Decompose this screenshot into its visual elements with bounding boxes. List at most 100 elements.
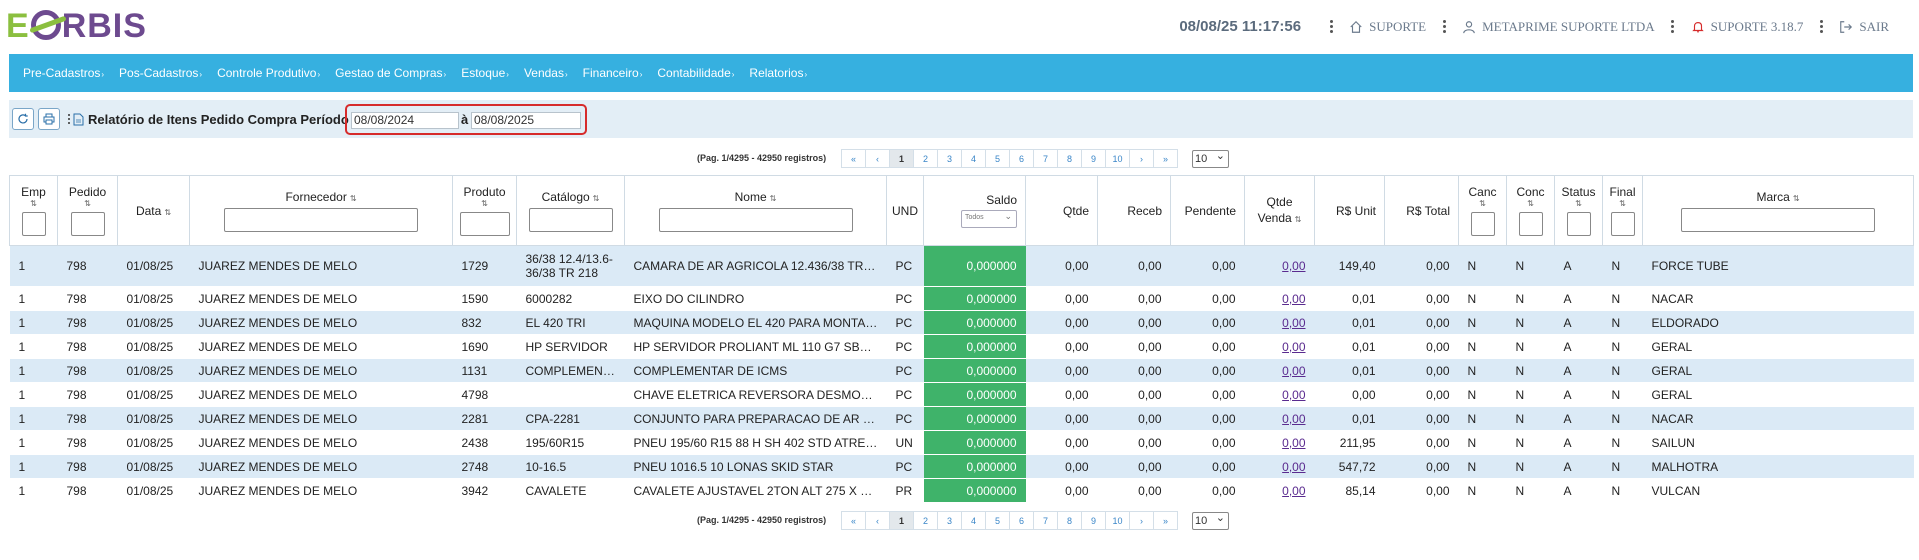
table-row[interactable]: 1 798 01/08/25 JUAREZ MENDES DE MELO 832 EL 4… — [9, 310, 1914, 335]
prev-page-button[interactable]: ‹ — [865, 511, 890, 530]
print-button[interactable] — [38, 108, 60, 130]
col-header-canc[interactable]: Canc ⇅ — [1458, 175, 1507, 246]
filter-final-input[interactable] — [1610, 212, 1635, 236]
page-button[interactable]: 3 — [937, 511, 962, 530]
table-row[interactable]: 1 798 01/08/25 JUAREZ MENDES DE MELO 2748 10-… — [9, 454, 1914, 479]
filter-nome-input[interactable] — [658, 207, 853, 232]
page-size-select[interactable]: 10 — [1192, 510, 1229, 530]
qtde-venda-link[interactable]: 0,00 — [1282, 484, 1305, 498]
saldo-filter-select[interactable]: Todos — [961, 210, 1017, 228]
col-header-marca[interactable]: Marca ⇅ — [1642, 175, 1914, 246]
cell-qtde-venda[interactable]: 0,00 — [1244, 310, 1315, 335]
last-page-button[interactable]: » — [1153, 511, 1178, 530]
col-header-pedido[interactable]: Pedido ⇅ — [57, 175, 118, 246]
sort-icon[interactable]: ⇅ — [164, 208, 171, 217]
filter-conc-input[interactable] — [1518, 212, 1543, 236]
col-header-produto[interactable]: Produto ⇅ — [452, 175, 517, 246]
sort-icon[interactable]: ⇅ — [60, 199, 115, 208]
cell-qtde-venda[interactable]: 0,00 — [1244, 245, 1315, 287]
nav-gestao-de-compras[interactable]: Gestao de Compras› — [335, 66, 446, 80]
col-header-final[interactable]: Final ⇅ — [1602, 175, 1643, 246]
qtde-venda-link[interactable]: 0,00 — [1282, 412, 1305, 426]
page-button[interactable]: 10 — [1105, 511, 1130, 530]
filter-produto-input[interactable] — [459, 212, 510, 236]
company-link[interactable]: METAPRIME SUPORTE LTDA — [1462, 19, 1655, 35]
kebab-menu-icon[interactable] — [1442, 20, 1446, 33]
page-button[interactable]: 10 — [1105, 149, 1130, 168]
sort-icon[interactable]: ⇅ — [770, 194, 777, 203]
page-button[interactable]: 6 — [1009, 149, 1034, 168]
qtde-venda-link[interactable]: 0,00 — [1282, 259, 1305, 273]
nav-estoque[interactable]: Estoque› — [461, 66, 509, 80]
page-button[interactable]: 2 — [913, 511, 938, 530]
qtde-venda-link[interactable]: 0,00 — [1282, 436, 1305, 450]
col-header-emp[interactable]: Emp ⇅ — [9, 175, 58, 246]
col-header-qtde-venda[interactable]: Qtde Venda ⇅ — [1244, 175, 1315, 246]
sort-icon[interactable]: ⇅ — [12, 199, 55, 208]
cell-qtde-venda[interactable]: 0,00 — [1244, 430, 1315, 455]
filter-emp-input[interactable] — [21, 212, 46, 236]
cell-qtde-venda[interactable]: 0,00 — [1244, 286, 1315, 311]
filter-catalogo-input[interactable] — [528, 207, 613, 232]
page-button[interactable]: 9 — [1081, 149, 1106, 168]
table-row[interactable]: 1 798 01/08/25 JUAREZ MENDES DE MELO 2281 CPA… — [9, 406, 1914, 431]
page-button[interactable]: 4 — [961, 149, 986, 168]
version-link[interactable]: SUPORTE 3.18.7 — [1691, 19, 1803, 35]
col-header-status[interactable]: Status ⇅ — [1554, 175, 1603, 246]
last-page-button[interactable]: » — [1153, 149, 1178, 168]
filter-fornecedor-input[interactable] — [224, 207, 418, 232]
sort-icon[interactable]: ⇅ — [1509, 199, 1552, 208]
qtde-venda-link[interactable]: 0,00 — [1282, 340, 1305, 354]
refresh-button[interactable] — [12, 108, 34, 130]
qtde-venda-link[interactable]: 0,00 — [1282, 388, 1305, 402]
nav-contabilidade[interactable]: Contabilidade› — [657, 66, 734, 80]
support-link[interactable]: SUPORTE — [1349, 19, 1426, 35]
filter-status-input[interactable] — [1566, 212, 1591, 236]
nav-relatorios[interactable]: Relatorios› — [749, 66, 807, 80]
table-row[interactable]: 1 798 01/08/25 JUAREZ MENDES DE MELO 1131 COM… — [9, 358, 1914, 383]
cell-qtde-venda[interactable]: 0,00 — [1244, 478, 1315, 503]
col-header-catalogo[interactable]: Catálogo ⇅ — [516, 175, 625, 246]
cell-qtde-venda[interactable]: 0,00 — [1244, 454, 1315, 479]
kebab-menu-icon[interactable] — [1671, 20, 1675, 33]
table-row[interactable]: 1 798 01/08/25 JUAREZ MENDES DE MELO 1590 600… — [9, 286, 1914, 311]
options-menu-icon[interactable] — [68, 114, 70, 124]
sort-icon[interactable]: ⇅ — [350, 194, 357, 203]
cell-qtde-venda[interactable]: 0,00 — [1244, 382, 1315, 407]
sort-icon[interactable]: ⇅ — [1605, 199, 1640, 208]
page-button[interactable]: 3 — [937, 149, 962, 168]
page-button[interactable]: 9 — [1081, 511, 1106, 530]
page-button[interactable]: 4 — [961, 511, 986, 530]
col-header-saldo[interactable]: Saldo Todos — [923, 175, 1026, 246]
filter-canc-input[interactable] — [1470, 212, 1495, 236]
page-button[interactable]: 8 — [1057, 149, 1082, 168]
sort-icon[interactable]: ⇅ — [455, 199, 514, 208]
prev-page-button[interactable]: ‹ — [865, 149, 890, 168]
date-from-input[interactable]: 08/08/2024 — [351, 112, 459, 129]
cell-qtde-venda[interactable]: 0,00 — [1244, 406, 1315, 431]
sort-icon[interactable]: ⇅ — [1461, 199, 1504, 208]
table-row[interactable]: 1 798 01/08/25 JUAREZ MENDES DE MELO 4798 CHA… — [9, 382, 1914, 407]
page-button[interactable]: 7 — [1033, 149, 1058, 168]
qtde-venda-link[interactable]: 0,00 — [1282, 316, 1305, 330]
cell-qtde-venda[interactable]: 0,00 — [1244, 334, 1315, 359]
page-button[interactable]: 5 — [985, 149, 1010, 168]
table-row[interactable]: 1 798 01/08/25 JUAREZ MENDES DE MELO 3942 CAV… — [9, 478, 1914, 503]
page-button[interactable]: 6 — [1009, 511, 1034, 530]
logout-link[interactable]: SAIR — [1839, 19, 1889, 35]
sort-icon[interactable]: ⇅ — [1557, 199, 1600, 208]
kebab-menu-icon[interactable] — [1329, 20, 1333, 33]
first-page-button[interactable]: « — [841, 149, 866, 168]
page-button[interactable]: 1 — [889, 149, 914, 168]
col-header-nome[interactable]: Nome ⇅ — [624, 175, 887, 246]
nav-financeiro[interactable]: Financeiro› — [583, 66, 643, 80]
nav-controle-produtivo[interactable]: Controle Produtivo› — [217, 66, 320, 80]
next-page-button[interactable]: › — [1129, 149, 1154, 168]
page-button[interactable]: 8 — [1057, 511, 1082, 530]
sort-icon[interactable]: ⇅ — [1295, 215, 1302, 224]
qtde-venda-link[interactable]: 0,00 — [1282, 292, 1305, 306]
page-button[interactable]: 5 — [985, 511, 1010, 530]
page-button[interactable]: 1 — [889, 511, 914, 530]
next-page-button[interactable]: › — [1129, 511, 1154, 530]
kebab-menu-icon[interactable] — [1819, 20, 1823, 33]
